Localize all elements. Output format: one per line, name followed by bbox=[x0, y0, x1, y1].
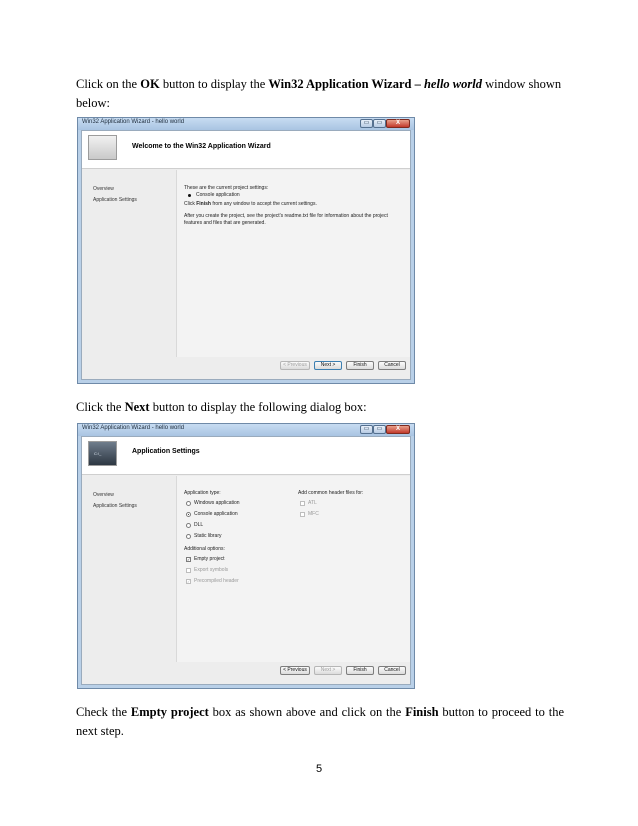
finish-hint-text: Click Finish from any window to accept t… bbox=[184, 201, 317, 207]
console-application-item: Console application bbox=[196, 192, 240, 198]
wizard-header: C:\_ Application Settings bbox=[82, 437, 410, 475]
radio-label: Windows application bbox=[194, 500, 240, 506]
radio-static-library[interactable] bbox=[186, 534, 191, 539]
title-bar: Win32 Application Wizard - hello world ▭… bbox=[78, 424, 414, 436]
wizard-logo-icon bbox=[88, 135, 117, 160]
bullet-icon bbox=[188, 193, 191, 197]
minimize-button[interactable]: ▭ bbox=[360, 425, 373, 434]
empty-project-checkbox[interactable]: ✓ bbox=[186, 557, 191, 562]
next-paragraph: Click the Next button to display the fol… bbox=[76, 400, 367, 414]
minimize-button[interactable]: ▭ bbox=[360, 119, 373, 128]
page-number: 5 bbox=[315, 763, 323, 775]
checkbox-label: Precompiled header bbox=[194, 578, 239, 584]
restore-button[interactable]: ▭ bbox=[373, 119, 386, 128]
wizard-sidebar: Overview Application Settings bbox=[82, 170, 176, 357]
radio-label: DLL bbox=[194, 522, 204, 528]
mfc-checkbox[interactable] bbox=[300, 512, 305, 517]
finish-button[interactable]: Finish bbox=[346, 361, 374, 370]
checkbox-label: Empty project bbox=[194, 556, 225, 562]
wizard-sidebar: Overview Application Settings bbox=[82, 476, 176, 662]
radio-console-application[interactable] bbox=[186, 512, 191, 517]
common-headers-label: Add common header files for: bbox=[298, 490, 364, 496]
readme-info-line1: After you create the project, see the pr… bbox=[184, 213, 388, 219]
export-symbols-checkbox[interactable] bbox=[186, 568, 191, 573]
checkbox-label: Export symbols bbox=[194, 567, 229, 573]
sidebar-item-overview[interactable]: Overview bbox=[93, 492, 114, 498]
close-button[interactable]: X bbox=[386, 425, 410, 434]
title-bar: Win32 Application Wizard - hello world ▭… bbox=[78, 118, 414, 130]
next-button[interactable]: Next > bbox=[314, 361, 342, 370]
cancel-button[interactable]: Cancel bbox=[378, 666, 406, 675]
radio-dll[interactable] bbox=[186, 523, 191, 528]
window-title: Win32 Application Wizard - hello world bbox=[82, 119, 185, 125]
close-button[interactable]: X bbox=[386, 119, 410, 128]
window-title: Win32 Application Wizard - hello world bbox=[82, 425, 185, 431]
wizard-settings-screenshot: Win32 Application Wizard - hello world ▭… bbox=[77, 423, 415, 689]
previous-button[interactable]: < Previous bbox=[280, 666, 310, 675]
sidebar-item-application-settings[interactable]: Application Settings bbox=[93, 197, 137, 203]
wizard-content: These are the current project settings: … bbox=[176, 170, 410, 357]
radio-windows-application[interactable] bbox=[186, 501, 191, 506]
wizard-content: Application type: Windows application Co… bbox=[176, 476, 410, 662]
wizard-welcome-screenshot: Win32 Application Wizard - hello world ▭… bbox=[77, 117, 415, 384]
console-app-icon: C:\_ bbox=[88, 441, 117, 466]
finish-button[interactable]: Finish bbox=[346, 666, 374, 675]
finish-paragraph: Check the Empty project box as shown abo… bbox=[76, 705, 564, 738]
sidebar-item-application-settings[interactable]: Application Settings bbox=[93, 503, 137, 509]
settings-intro-text: These are the current project settings: bbox=[184, 185, 269, 191]
sidebar-item-overview[interactable]: Overview bbox=[93, 186, 114, 192]
radio-label: Static library bbox=[194, 533, 222, 539]
previous-button[interactable]: < Previous bbox=[280, 361, 310, 370]
checkbox-label: ATL bbox=[308, 500, 317, 506]
wizard-heading: Application Settings bbox=[132, 448, 200, 455]
console-icon-text: C:\_ bbox=[94, 451, 102, 456]
wizard-heading: Welcome to the Win32 Application Wizard bbox=[132, 143, 271, 150]
application-type-label: Application type: bbox=[184, 490, 221, 496]
intro-paragraph: Click on the OK button to display the Wi… bbox=[76, 77, 562, 110]
checkbox-label: MFC bbox=[308, 511, 319, 517]
readme-info-line2: features and files that are generated. bbox=[184, 220, 266, 226]
next-button[interactable]: Next > bbox=[314, 666, 342, 675]
radio-label: Console application bbox=[194, 511, 238, 517]
wizard-header: Welcome to the Win32 Application Wizard bbox=[82, 131, 410, 169]
restore-button[interactable]: ▭ bbox=[373, 425, 386, 434]
additional-options-label: Additional options: bbox=[184, 546, 225, 552]
precompiled-header-checkbox[interactable]: ✓ bbox=[186, 579, 191, 584]
atl-checkbox[interactable] bbox=[300, 501, 305, 506]
cancel-button[interactable]: Cancel bbox=[378, 361, 406, 370]
